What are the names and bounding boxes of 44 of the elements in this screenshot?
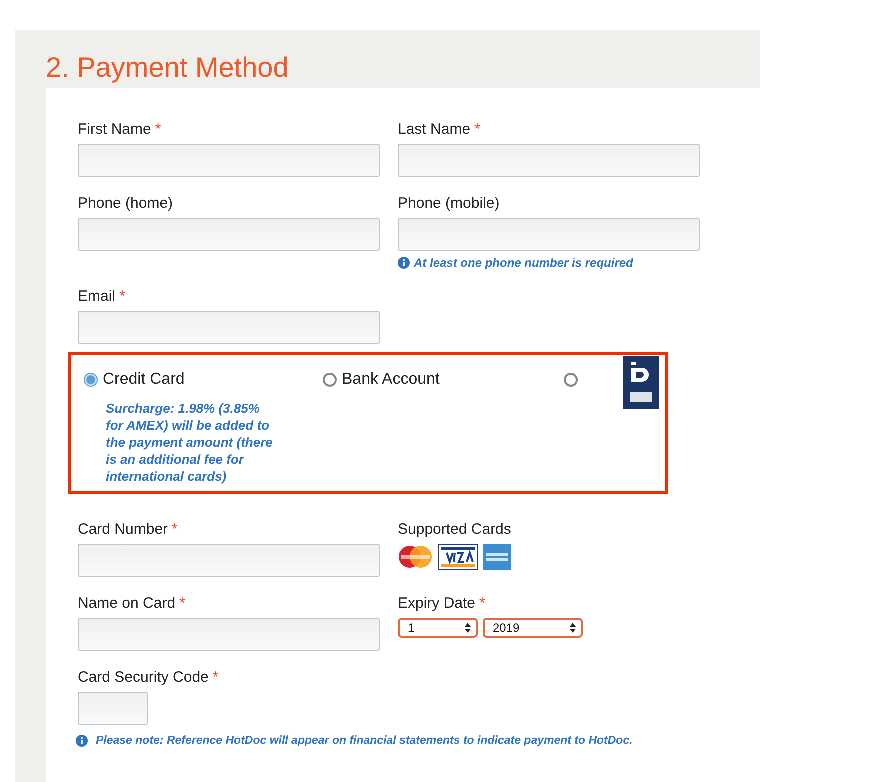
input-field[interactable] bbox=[78, 544, 380, 577]
card-logo-icon bbox=[483, 544, 511, 570]
input-field[interactable] bbox=[78, 311, 380, 344]
note-text: Please note: Reference HotDoc will appear on financial statements to indicate payment to HotDoc. bbox=[96, 735, 633, 747]
required-mark: * bbox=[474, 120, 480, 140]
required-mark: * bbox=[480, 594, 486, 614]
required-mark: * bbox=[172, 520, 178, 540]
info-icon bbox=[398, 257, 410, 269]
input-field[interactable] bbox=[78, 218, 380, 251]
radio-button[interactable] bbox=[564, 373, 578, 387]
field-label: Phone (home) bbox=[78, 194, 174, 214]
info-icon bbox=[76, 735, 88, 747]
field-label: Card Number bbox=[78, 520, 168, 540]
radio-button[interactable] bbox=[84, 373, 98, 387]
select-dropdown[interactable]: 1 bbox=[398, 618, 478, 638]
required-mark: * bbox=[120, 287, 126, 307]
surcharge-note: Surcharge: 1.98% (3.85% for AMEX) will be added to the payment amount (there is an additional fee for international cards) bbox=[106, 400, 274, 485]
input-field[interactable] bbox=[78, 692, 148, 725]
required-mark: * bbox=[212, 668, 219, 688]
field-label: Email bbox=[78, 287, 116, 307]
field-label: Supported Cards bbox=[398, 520, 512, 540]
hint-text: At least one phone number is required bbox=[414, 256, 634, 270]
input-field[interactable] bbox=[78, 618, 380, 651]
input-field[interactable] bbox=[398, 144, 700, 177]
field-label: First Name bbox=[78, 120, 152, 140]
field-label: Card Security Code bbox=[78, 668, 209, 688]
card-logo-icon bbox=[398, 545, 433, 569]
input-field[interactable] bbox=[398, 218, 700, 251]
input-field[interactable] bbox=[78, 144, 380, 177]
bpay-logo-icon bbox=[623, 356, 659, 409]
stepper-icon bbox=[570, 623, 576, 633]
field-label: Expiry Date bbox=[398, 594, 476, 614]
required-mark: * bbox=[155, 120, 162, 140]
select-dropdown[interactable]: 2019 bbox=[483, 618, 583, 638]
card-logo-icon bbox=[438, 544, 478, 570]
radio-button[interactable] bbox=[323, 373, 337, 387]
required-mark: * bbox=[180, 594, 186, 614]
option-label: Credit Card bbox=[103, 370, 185, 390]
section-title: 2. Payment Method bbox=[46, 52, 290, 84]
field-label: Phone (mobile) bbox=[398, 194, 500, 214]
stepper-icon bbox=[465, 623, 471, 633]
option-label: Bank Account bbox=[342, 370, 440, 390]
field-label: Name on Card bbox=[78, 594, 176, 614]
field-label: Last Name bbox=[398, 120, 471, 140]
